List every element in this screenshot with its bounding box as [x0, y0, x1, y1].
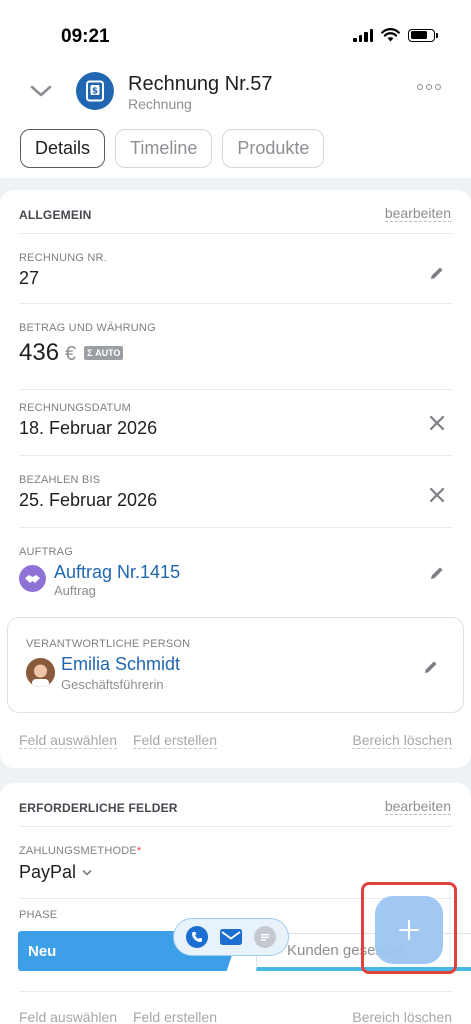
- page-subtitle: Rechnung: [128, 96, 192, 112]
- page-title: Rechnung Nr.57: [128, 73, 273, 95]
- delete-section-link[interactable]: Bereich löschen: [352, 1009, 452, 1024]
- wifi-icon: [381, 28, 400, 42]
- signal-icon: [353, 28, 373, 42]
- general-section: ALLGEMEIN bearbeiten RECHNUNG NR. 27 BET…: [0, 190, 471, 768]
- field-value: 27: [19, 268, 40, 288]
- order-field[interactable]: AUFTRAG Auftrag Nr.1415 Auftrag: [19, 541, 452, 607]
- field-label: AUFTRAG: [19, 546, 73, 558]
- general-footer: Feld auswählen Feld erstellen Bereich lö…: [19, 732, 452, 749]
- section-title: ALLGEMEIN: [19, 208, 92, 222]
- chat-icon[interactable]: [254, 926, 276, 948]
- field-value: 18. Februar 2026: [19, 418, 158, 438]
- svg-text:$: $: [92, 87, 98, 97]
- tab-products[interactable]: Produkte: [222, 129, 325, 168]
- field-label: ZAHLUNGSMETHODE*: [19, 845, 142, 857]
- field-label: VERANTWORTLICHE PERSON: [26, 638, 191, 650]
- communication-bar: [173, 918, 289, 956]
- invoice-date-field[interactable]: RECHNUNGSDATUM 18. Februar 2026: [19, 397, 452, 456]
- select-field-link[interactable]: Feld auswählen: [19, 732, 118, 749]
- phase-label: PHASE: [19, 909, 58, 921]
- delete-section-link[interactable]: Bereich löschen: [352, 732, 452, 749]
- amount-value-row: 436 € Σ AUTO: [19, 339, 124, 367]
- tab-details[interactable]: Details: [20, 129, 106, 168]
- battery-icon: [408, 28, 438, 42]
- pencil-icon[interactable]: [422, 658, 440, 676]
- field-label: BEZAHLEN BIS: [19, 474, 101, 486]
- pencil-icon[interactable]: [428, 264, 446, 282]
- handshake-icon: [19, 565, 46, 592]
- top-header-area: 09:21 $ Rechnung Nr.57 Rechnung Details …: [0, 0, 471, 178]
- select-field-link[interactable]: Feld auswählen: [19, 1009, 118, 1024]
- divider: [19, 991, 452, 992]
- chevron-down-icon[interactable]: [30, 84, 52, 98]
- divider: [19, 826, 452, 827]
- more-options-icon[interactable]: [417, 84, 441, 90]
- payment-value: PayPal: [19, 862, 77, 882]
- currency-symbol: €: [65, 343, 77, 365]
- field-value: 25. Februar 2026: [19, 490, 158, 510]
- invoice-logo-icon: $: [76, 72, 114, 110]
- create-field-link[interactable]: Feld erstellen: [132, 732, 217, 749]
- amount-value: 436: [19, 339, 60, 366]
- status-icons: [353, 28, 438, 42]
- responsible-person-role: Geschäftsführerin: [61, 677, 164, 692]
- tab-bar: Details Timeline Produkte: [20, 129, 325, 168]
- order-link[interactable]: Auftrag Nr.1415: [54, 562, 180, 583]
- responsible-person-field[interactable]: VERANTWORTLICHE PERSON Emilia Schmidt Ge…: [7, 617, 464, 713]
- responsible-person-link[interactable]: Emilia Schmidt: [61, 654, 180, 675]
- field-label: BETRAG UND WÄHRUNG: [19, 322, 156, 334]
- payment-select[interactable]: PayPal: [19, 862, 92, 883]
- pencil-icon[interactable]: [428, 564, 446, 582]
- status-time: 09:21: [61, 26, 110, 47]
- create-field-link[interactable]: Feld erstellen: [132, 1009, 217, 1024]
- chevron-down-icon: [82, 869, 92, 876]
- amount-field[interactable]: BETRAG UND WÄHRUNG 436 € Σ AUTO: [19, 317, 452, 390]
- avatar: [26, 658, 55, 687]
- divider: [19, 233, 452, 234]
- tab-timeline[interactable]: Timeline: [115, 129, 213, 168]
- due-date-field[interactable]: BEZAHLEN BIS 25. Februar 2026: [19, 469, 452, 528]
- auto-sum-badge: Σ AUTO: [84, 346, 124, 360]
- field-label: RECHNUNG NR.: [19, 252, 107, 264]
- section-title: ERFORDERLICHE FELDER: [19, 801, 178, 815]
- clear-icon[interactable]: [428, 414, 446, 432]
- invoice-number-field[interactable]: RECHNUNG NR. 27: [19, 246, 452, 304]
- clear-icon[interactable]: [428, 486, 446, 504]
- phone-icon[interactable]: [186, 926, 208, 948]
- required-edit-link[interactable]: bearbeiten: [384, 798, 451, 815]
- mail-icon[interactable]: [220, 929, 242, 945]
- general-edit-link[interactable]: bearbeiten: [384, 205, 451, 222]
- order-type: Auftrag: [54, 583, 96, 598]
- highlight-box: [361, 882, 457, 974]
- field-label: RECHNUNGSDATUM: [19, 402, 131, 414]
- required-footer: Feld auswählen Feld erstellen Bereich lö…: [19, 1009, 452, 1024]
